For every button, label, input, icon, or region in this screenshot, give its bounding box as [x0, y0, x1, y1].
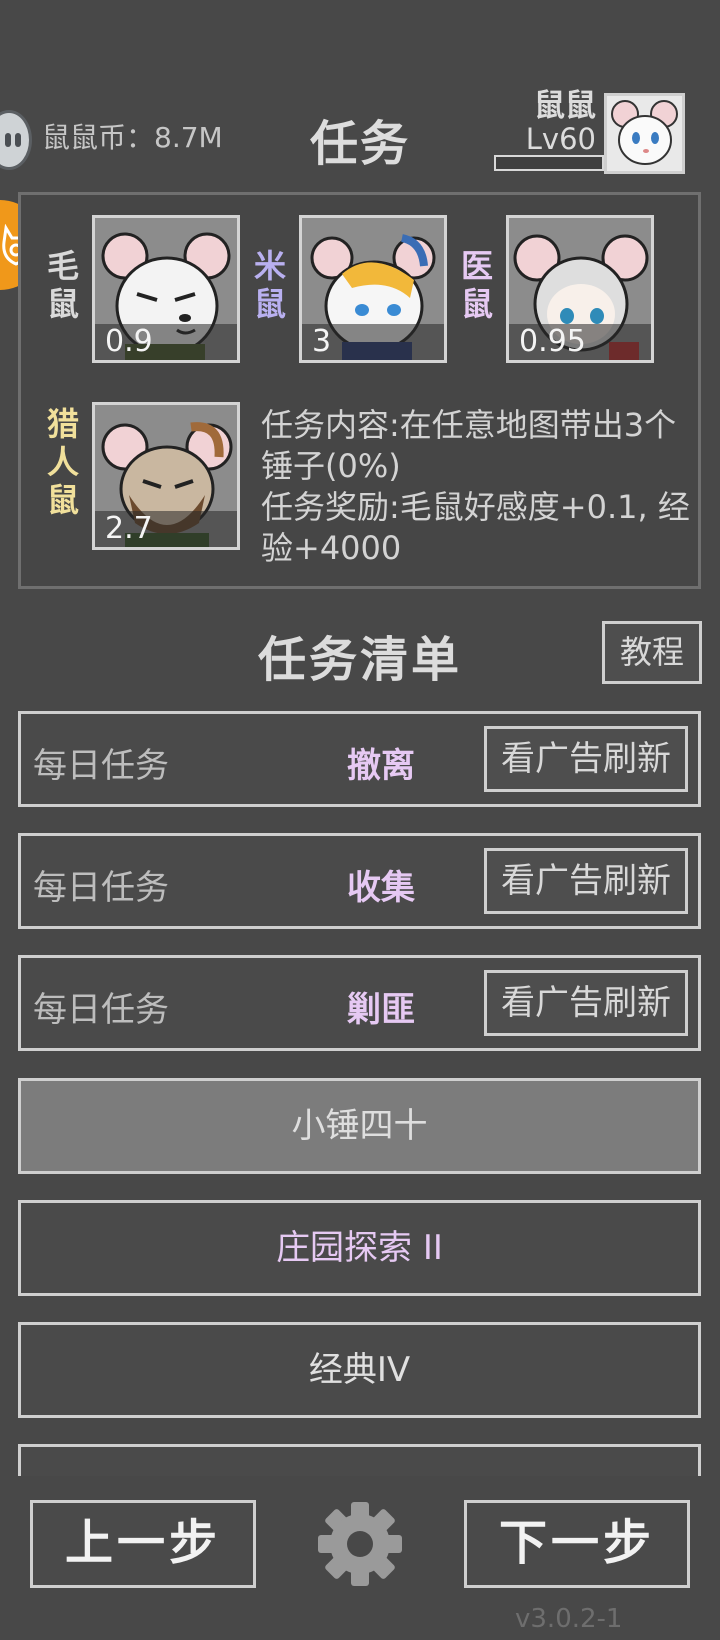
mission-description: 任务内容:在任意地图带出3个锤子(0%) 任务奖励:毛鼠好感度+0.1, 经验+…: [261, 405, 691, 569]
mouse-coin-icon: [0, 110, 32, 170]
player-level: Lv60: [525, 122, 596, 156]
version-label: v3.0.2-1: [515, 1604, 623, 1634]
gear-icon[interactable]: [316, 1500, 404, 1588]
task-list-title: 任务清单: [257, 632, 462, 688]
npc-label-mishu: 米鼠: [253, 247, 286, 323]
npc-affinity-value: 2.7: [95, 511, 237, 547]
npc-label-yishu: 医鼠: [460, 247, 493, 323]
coin-balance: 鼠鼠币：8.7M: [42, 121, 223, 154]
task-kind-label: 每日任务: [33, 746, 169, 786]
task-kind-label: 每日任务: [33, 868, 169, 908]
task-item-partial[interactable]: [18, 1444, 701, 1478]
mission-reward: 任务奖励:毛鼠好感度+0.1, 经验+4000: [261, 488, 690, 567]
npc-portrait-hunter[interactable]: 2.7: [92, 402, 240, 550]
next-step-button[interactable]: 下一步: [464, 1500, 690, 1588]
daily-task-row[interactable]: 每日任务 剿匪 看广告刷新: [18, 955, 701, 1051]
experience-bar: [494, 155, 604, 171]
player-avatar[interactable]: [604, 93, 685, 174]
watch-ad-refresh-button[interactable]: 看广告刷新: [484, 848, 688, 914]
task-item[interactable]: 庄园探索 II: [18, 1200, 701, 1296]
npc-portrait-mishu[interactable]: 3: [299, 215, 447, 363]
daily-task-row[interactable]: 每日任务 收集 看广告刷新: [18, 833, 701, 929]
npc-label-hunter: 猎人鼠: [46, 405, 79, 519]
npc-portrait-maoshu[interactable]: 0.9: [92, 215, 240, 363]
npc-affinity-value: 3: [302, 324, 444, 360]
task-name: 剿匪: [347, 990, 415, 1030]
task-item-selected[interactable]: 小锤四十: [18, 1078, 701, 1174]
watch-ad-refresh-button[interactable]: 看广告刷新: [484, 970, 688, 1036]
task-kind-label: 每日任务: [33, 990, 169, 1030]
npc-label-maoshu: 毛鼠: [46, 247, 79, 323]
task-item[interactable]: 经典IV: [18, 1322, 701, 1418]
player-name: 鼠鼠: [534, 88, 596, 124]
tutorial-button[interactable]: 教程: [602, 621, 702, 684]
task-name: 撤离: [347, 746, 415, 786]
npc-affinity-value: 0.9: [95, 324, 237, 360]
mission-content: 任务内容:在任意地图带出3个锤子(0%): [261, 406, 677, 485]
previous-step-button[interactable]: 上一步: [30, 1500, 256, 1588]
watch-ad-refresh-button[interactable]: 看广告刷新: [484, 726, 688, 792]
daily-task-row[interactable]: 每日任务 撤离 看广告刷新: [18, 711, 701, 807]
page-title: 任务: [309, 116, 410, 172]
npc-portrait-yishu[interactable]: 0.95: [506, 215, 654, 363]
current-mission-panel: 毛鼠 0.9 米鼠 3 医鼠 0.95 猎人鼠 2.7 任务内容:在任意地图带出…: [18, 192, 701, 589]
npc-affinity-value: 0.95: [509, 324, 651, 360]
task-name: 收集: [347, 868, 415, 908]
